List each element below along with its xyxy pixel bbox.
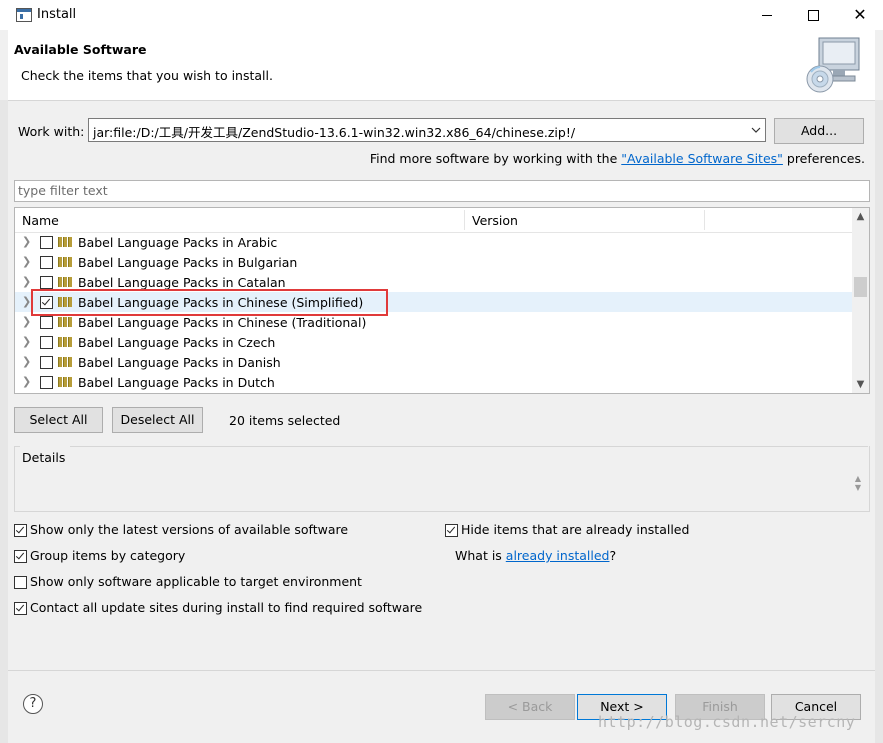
column-header-version[interactable]: Version xyxy=(472,213,518,228)
page-subtitle: Check the items that you wish to install… xyxy=(21,68,273,83)
row-label: Babel Language Packs in Chinese (Traditi… xyxy=(78,315,367,330)
hide-installed-label: Hide items that are already installed xyxy=(461,522,690,537)
what-is-suffix: ? xyxy=(609,548,617,563)
target-environment-checkbox[interactable] xyxy=(14,576,27,589)
row-checkbox[interactable] xyxy=(40,316,53,329)
deselect-all-button[interactable]: Deselect All xyxy=(112,407,203,433)
row-checkbox[interactable] xyxy=(40,276,53,289)
find-more-suffix: preferences. xyxy=(782,151,865,166)
group-by-category-label: Group items by category xyxy=(30,548,186,563)
close-icon: ✕ xyxy=(853,5,867,24)
details-group xyxy=(14,446,870,512)
package-icon xyxy=(58,337,73,347)
expand-chevron-icon[interactable]: ❯ xyxy=(22,336,32,348)
work-with-value: jar:file:/D:/工具/开发工具/ZendStudio-13.6.1-w… xyxy=(93,125,576,140)
details-border xyxy=(70,446,868,447)
work-with-combo[interactable]: jar:file:/D:/工具/开发工具/ZendStudio-13.6.1-w… xyxy=(88,118,766,142)
background-window-right xyxy=(874,100,883,743)
package-icon xyxy=(58,257,73,267)
window-icon xyxy=(16,8,32,22)
install-dialog: Install ✕ Available Software Check the i… xyxy=(0,0,883,743)
selected-count: 20 items selected xyxy=(229,413,341,428)
latest-versions-label: Show only the latest versions of availab… xyxy=(30,522,349,537)
close-button[interactable]: ✕ xyxy=(837,0,883,30)
row-label: Babel Language Packs in Bulgarian xyxy=(78,255,298,270)
row-label: Babel Language Packs in Dutch xyxy=(78,375,275,390)
row-checkbox[interactable] xyxy=(40,376,53,389)
table-row[interactable]: ❯ Babel Language Packs in Bulgarian xyxy=(15,252,852,272)
window-title: Install xyxy=(37,7,77,22)
package-icon xyxy=(58,277,73,287)
add-button[interactable]: Add... xyxy=(774,118,864,144)
find-more-software-text: Find more software by working with the "… xyxy=(370,151,865,166)
expand-chevron-icon[interactable]: ❯ xyxy=(22,236,32,248)
row-label: Babel Language Packs in Arabic xyxy=(78,235,278,250)
already-installed-link[interactable]: already installed xyxy=(506,548,610,563)
help-icon[interactable]: ? xyxy=(23,694,43,714)
table-row[interactable]: ❯ Babel Language Packs in Czech xyxy=(15,332,852,352)
minimize-button[interactable] xyxy=(744,0,790,30)
find-more-prefix: Find more software by working with the xyxy=(369,151,622,166)
table-row[interactable]: ❯ Babel Language Packs in Dutch xyxy=(15,372,852,392)
title-bar: Install ✕ xyxy=(0,0,883,30)
available-software-sites-link[interactable]: "Available Software Sites" xyxy=(621,151,783,166)
scroll-up-icon[interactable]: ▲ xyxy=(852,208,869,225)
column-divider[interactable] xyxy=(704,210,705,230)
table-scrollbar[interactable]: ▲ ▼ xyxy=(852,208,869,393)
package-icon xyxy=(58,377,73,387)
target-environment-label: Show only software applicable to target … xyxy=(30,574,362,589)
hide-installed-checkbox[interactable] xyxy=(445,524,458,537)
package-icon xyxy=(58,317,73,327)
row-checkbox[interactable] xyxy=(40,336,53,349)
maximize-icon xyxy=(807,10,819,21)
row-checkbox[interactable] xyxy=(40,236,53,249)
package-icon xyxy=(58,237,73,247)
column-divider[interactable] xyxy=(464,210,465,230)
row-label: Babel Language Packs in Catalan xyxy=(78,275,286,290)
expand-chevron-icon[interactable]: ❯ xyxy=(22,256,32,268)
row-checkbox[interactable] xyxy=(40,356,53,369)
expand-chevron-icon[interactable]: ❯ xyxy=(22,356,32,368)
page-title: Available Software xyxy=(14,42,147,57)
filter-box[interactable] xyxy=(14,180,870,202)
row-checkbox[interactable] xyxy=(40,256,53,269)
install-cd-computer-icon xyxy=(806,37,860,93)
what-is-prefix: What is xyxy=(455,548,506,563)
contact-sites-checkbox[interactable] xyxy=(14,602,27,615)
red-highlight-annotation xyxy=(31,289,388,316)
package-icon xyxy=(58,357,73,367)
latest-versions-checkbox[interactable] xyxy=(14,524,27,537)
table-row[interactable]: ❯ Babel Language Packs in Danish xyxy=(15,352,852,372)
maximize-button[interactable] xyxy=(790,0,836,30)
minimize-icon xyxy=(762,15,772,16)
chevron-down-icon[interactable] xyxy=(747,119,765,141)
column-header-name[interactable]: Name xyxy=(22,213,59,228)
row-label: Babel Language Packs in Danish xyxy=(78,355,281,370)
group-by-category-checkbox[interactable] xyxy=(14,550,27,563)
what-is-installed-text: What is already installed? xyxy=(455,548,616,563)
select-all-button[interactable]: Select All xyxy=(14,407,103,433)
scroll-down-icon[interactable]: ▼ xyxy=(852,376,869,393)
work-with-label: Work with: xyxy=(18,124,85,139)
back-button[interactable]: < Back xyxy=(485,694,575,720)
details-legend: Details xyxy=(22,450,66,465)
details-border xyxy=(14,446,20,447)
expand-chevron-icon[interactable]: ❯ xyxy=(22,316,32,328)
table-row[interactable]: ❯ Babel Language Packs in Arabic xyxy=(15,232,852,252)
expand-chevron-icon[interactable]: ❯ xyxy=(22,276,32,288)
wizard-banner: Available Software Check the items that … xyxy=(8,30,875,101)
table-header: Name Version xyxy=(15,208,852,233)
expand-chevron-icon[interactable]: ❯ xyxy=(22,376,32,388)
row-label: Babel Language Packs in Czech xyxy=(78,335,276,350)
details-scroll-icon[interactable]: ▲ ▼ xyxy=(853,474,863,492)
scrollbar-thumb[interactable] xyxy=(854,277,867,297)
footer-separator xyxy=(8,670,875,671)
watermark-text: http://blog.csdn.net/sercny xyxy=(598,713,856,731)
filter-input[interactable] xyxy=(15,181,858,199)
contact-sites-label: Contact all update sites during install … xyxy=(30,600,423,615)
